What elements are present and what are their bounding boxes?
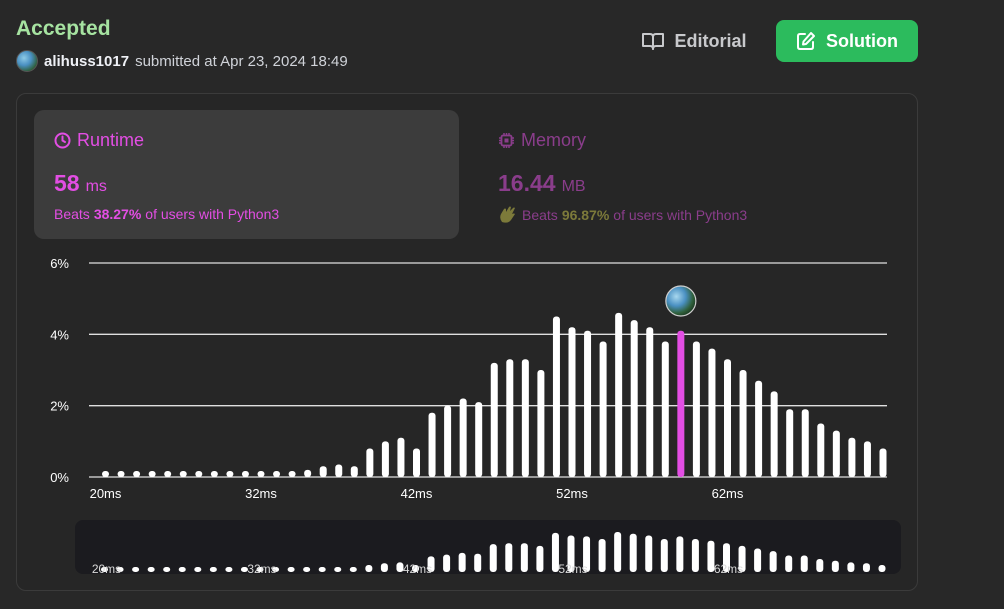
memory-beats-prefix: Beats	[522, 207, 558, 223]
runtime-beats: Beats 38.27% of users with Python3	[54, 206, 279, 222]
runtime-beats-pct: 38.27%	[93, 206, 142, 222]
runtime-beats-prefix: Beats	[54, 206, 90, 222]
status-title: Accepted	[16, 17, 111, 40]
runtime-value: 58	[54, 170, 80, 196]
memory-unit: MB	[561, 178, 586, 195]
solution-button[interactable]: Solution	[776, 20, 918, 62]
memory-beats: Beats 96.87% of users with Python3	[498, 206, 747, 224]
memory-label: Memory	[521, 130, 587, 150]
memory-value-row: 16.44 MB	[498, 170, 586, 197]
memory-beats-suffix: of users with Python3	[613, 207, 748, 223]
book-icon	[642, 33, 665, 50]
editorial-button[interactable]: Editorial	[632, 20, 757, 62]
runtime-card[interactable]: Runtime 58 ms Beats 38.27% of users with …	[34, 110, 459, 239]
memory-value: 16.44	[498, 170, 556, 196]
clock-icon	[54, 132, 71, 149]
runtime-beats-suffix: of users with Python3	[145, 206, 280, 222]
memory-label-row: Memory	[498, 130, 586, 151]
submitted-timestamp: submitted at Apr 23, 2024 18:49	[135, 52, 348, 70]
runtime-label: Runtime	[77, 130, 145, 150]
memory-card[interactable]: Memory 16.44 MB Beats 96.87% of users wit…	[478, 110, 903, 239]
submission-info: alihuss1017 submitted at Apr 23, 2024 18…	[16, 50, 348, 72]
solution-label: Solution	[826, 30, 898, 51]
memory-beats-pct: 96.87%	[561, 207, 610, 223]
runtime-label-row: Runtime	[54, 130, 144, 151]
edit-icon	[797, 32, 815, 50]
username-link[interactable]: alihuss1017	[44, 53, 129, 70]
avatar[interactable]	[16, 50, 38, 72]
clap-icon	[500, 206, 515, 223]
runtime-unit: ms	[85, 178, 107, 195]
editorial-label: Editorial	[674, 30, 747, 51]
runtime-value-row: 58 ms	[54, 170, 107, 197]
chip-icon	[499, 133, 514, 148]
